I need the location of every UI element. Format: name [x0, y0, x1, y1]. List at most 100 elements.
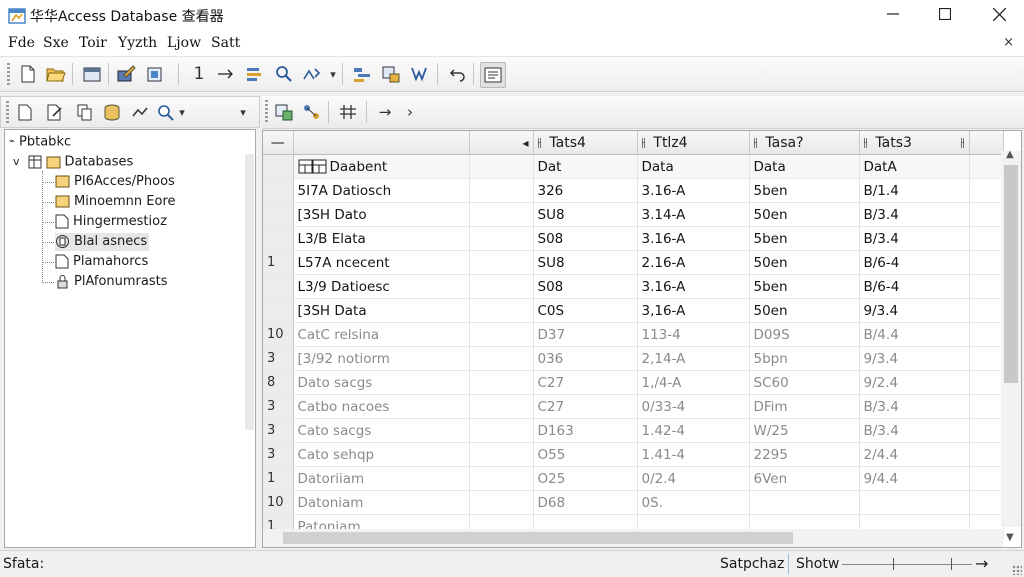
table-row[interactable]: 3 [3/92 notiorm 036 2,14-A 5bpn 9/3.4	[263, 346, 1004, 371]
tree-new-button[interactable]	[13, 100, 37, 124]
data-grid[interactable]: — ◂ ⫲ Tats4 ⫲ Ttlz4 ⫲ Tasa? ⫲ Tats3 ⫲ Daabent…	[262, 130, 1022, 548]
cell-c4[interactable]	[859, 490, 970, 515]
menu-tools[interactable]: Toir	[79, 35, 107, 51]
column-header-c1[interactable]: ⫲ Tats4	[533, 131, 638, 155]
row-header[interactable]: 1	[263, 466, 294, 491]
table-row[interactable]: 5I7A Datiosch 326 3.16-A 5ben B/1.4	[263, 178, 1004, 203]
cell-c3[interactable]: D09S	[749, 322, 860, 347]
cell-name[interactable]: Cato sacgs	[293, 418, 470, 443]
cell-c2[interactable]: 3.16-A	[637, 274, 750, 299]
cell-blank[interactable]	[469, 442, 534, 467]
tree-item-selected[interactable]: Blal asnecs	[55, 233, 150, 251]
cell-c4[interactable]: 9/4.4	[859, 466, 970, 491]
cell-c1[interactable]: S08	[533, 226, 638, 251]
toolbar-grip[interactable]	[6, 101, 9, 123]
row-header[interactable]: 10	[263, 322, 294, 347]
row-header-corner[interactable]: —	[263, 131, 294, 155]
cell-c3[interactable]: 50en	[749, 202, 860, 227]
row-header[interactable]	[263, 202, 294, 227]
cell-c2[interactable]: 113-4	[637, 322, 750, 347]
vertical-scrollbar[interactable]: ▲ ▼	[1001, 149, 1021, 543]
cell-c2[interactable]: 0/2.4	[637, 466, 750, 491]
tree-item-macro[interactable]: PlAfonumrasts	[55, 273, 168, 291]
row-header[interactable]: 3	[263, 346, 294, 371]
grid-next-button[interactable]: →	[373, 100, 397, 124]
tree-item-table[interactable]: PI6Acces/Phoos	[55, 173, 175, 191]
grid-expand-button[interactable]: ›	[398, 100, 422, 124]
cell-blank[interactable]	[469, 370, 534, 395]
cell-c2[interactable]: Data	[637, 154, 750, 179]
table-row[interactable]: Daabent Dat Data Data DatA	[263, 154, 1004, 179]
grid-relations-button[interactable]	[300, 100, 324, 124]
cell-blank[interactable]	[469, 466, 534, 491]
cell-c4[interactable]: B/3.4	[859, 418, 970, 443]
cell-c1[interactable]: O25	[533, 466, 638, 491]
tree-scrollbar[interactable]	[245, 154, 254, 430]
pin-icon[interactable]: ⫲	[538, 135, 542, 150]
menu-view[interactable]: Yyzth	[118, 35, 157, 51]
table-row[interactable]: [3SH Data C0S 3,16-A 50en 9/3.4	[263, 298, 1004, 323]
cell-name[interactable]: Daabent	[293, 154, 470, 179]
export-button[interactable]	[379, 62, 403, 86]
cell-c2[interactable]: 3.14-A	[637, 202, 750, 227]
cell-c1[interactable]: 036	[533, 346, 638, 371]
cell-name[interactable]: Dato sacgs	[293, 370, 470, 395]
pin-icon[interactable]: ⫲	[754, 135, 758, 150]
mdi-close-icon[interactable]: ×	[1003, 35, 1014, 50]
table-row[interactable]: 3 Cato sehqp O55 1.41-4 2295 2/4.4	[263, 442, 1004, 467]
cell-c3[interactable]	[749, 490, 860, 515]
cell-c4[interactable]: B/1.4	[859, 178, 970, 203]
cell-c1[interactable]: C0S	[533, 298, 638, 323]
column-header-sort[interactable]: ◂	[469, 131, 534, 155]
cell-c1[interactable]: S08	[533, 274, 638, 299]
cell-c4[interactable]: B/6-4	[859, 274, 970, 299]
table-row[interactable]: L3/9 Datioesc S08 3.16-A 5ben B/6-4	[263, 274, 1004, 299]
scroll-thumb[interactable]	[283, 532, 793, 544]
cell-name[interactable]: Catbo nacoes	[293, 394, 470, 419]
cell-c1[interactable]: SU8	[533, 250, 638, 275]
cell-c2[interactable]: 0S.	[637, 490, 750, 515]
cell-c4[interactable]: 9/2.4	[859, 370, 970, 395]
tree-edit-button[interactable]	[43, 100, 67, 124]
cell-c1[interactable]: D68	[533, 490, 638, 515]
cell-c3[interactable]: 2295	[749, 442, 860, 467]
cell-c2[interactable]: 2,14-A	[637, 346, 750, 371]
cell-name[interactable]: 5I7A Datiosch	[293, 178, 470, 203]
cell-name[interactable]: Datoriiam	[293, 466, 470, 491]
menu-window[interactable]: Ljow	[167, 35, 201, 51]
properties-button[interactable]	[480, 62, 506, 88]
cell-c3[interactable]: Data	[749, 154, 860, 179]
cell-blank[interactable]	[469, 490, 534, 515]
cell-name[interactable]: Cato sehqp	[293, 442, 470, 467]
tree-options-dropdown[interactable]: ▾	[233, 100, 253, 124]
cell-blank[interactable]	[469, 394, 534, 419]
cell-c4[interactable]: DatA	[859, 154, 970, 179]
pin-icon[interactable]: ⫲	[961, 135, 965, 150]
sort-left-icon[interactable]: ◂	[522, 136, 528, 150]
table-button[interactable]	[350, 62, 374, 86]
cell-c4[interactable]: B/3.4	[859, 226, 970, 251]
cell-name[interactable]: Datoniam	[293, 490, 470, 515]
cell-c2[interactable]: 1.42-4	[637, 418, 750, 443]
pin-icon[interactable]: ⫲	[642, 135, 646, 150]
zoom-in-icon[interactable]: →	[975, 554, 988, 573]
tree-item-databases[interactable]: v Databases	[13, 153, 133, 171]
scroll-up-icon[interactable]: ▲	[1006, 149, 1014, 160]
cell-blank[interactable]	[469, 346, 534, 371]
cell-c4[interactable]: 2/4.4	[859, 442, 970, 467]
cell-name[interactable]: [3SH Dato	[293, 202, 470, 227]
filter-button[interactable]	[407, 62, 431, 86]
cell-c3[interactable]: 5ben	[749, 226, 860, 251]
tree-link-button[interactable]	[128, 100, 152, 124]
table-row[interactable]: 3 Catbo nacoes C27 0/33-4 DFim B/3.4	[263, 394, 1004, 419]
tree-item-table[interactable]: Minoemnn Eore	[55, 193, 176, 211]
cell-blank[interactable]	[469, 178, 534, 203]
table-row[interactable]: 3 Cato sacgs D163 1.42-4 W/25 B/3.4	[263, 418, 1004, 443]
column-header-c2[interactable]: ⫲ Ttlz4	[637, 131, 750, 155]
open-button[interactable]	[44, 62, 68, 86]
cell-name[interactable]: L3/9 Datioesc	[293, 274, 470, 299]
import-dropdown[interactable]: ▾	[326, 62, 340, 86]
column-header-c4[interactable]: ⫲ Tats3 ⫲	[859, 131, 970, 155]
row-header[interactable]	[263, 298, 294, 323]
tree-item-query[interactable]: Hingermestioz	[55, 213, 167, 231]
